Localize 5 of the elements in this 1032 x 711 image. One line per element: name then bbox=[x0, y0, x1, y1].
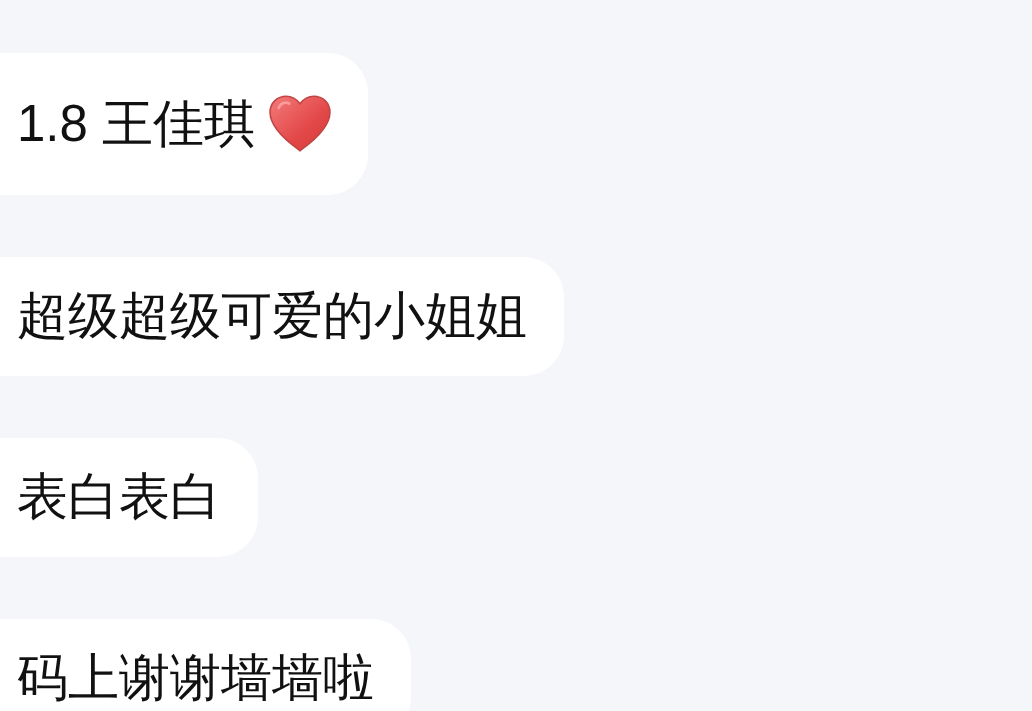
heart-icon bbox=[269, 95, 332, 152]
message-text: 1.8 王佳琪 bbox=[17, 98, 256, 149]
message-text: 超级超级可爱的小姐姐 bbox=[17, 291, 527, 341]
message-text: 表白表白 bbox=[17, 472, 221, 522]
message-text: 码上谢谢墙墙啦 bbox=[17, 653, 374, 703]
